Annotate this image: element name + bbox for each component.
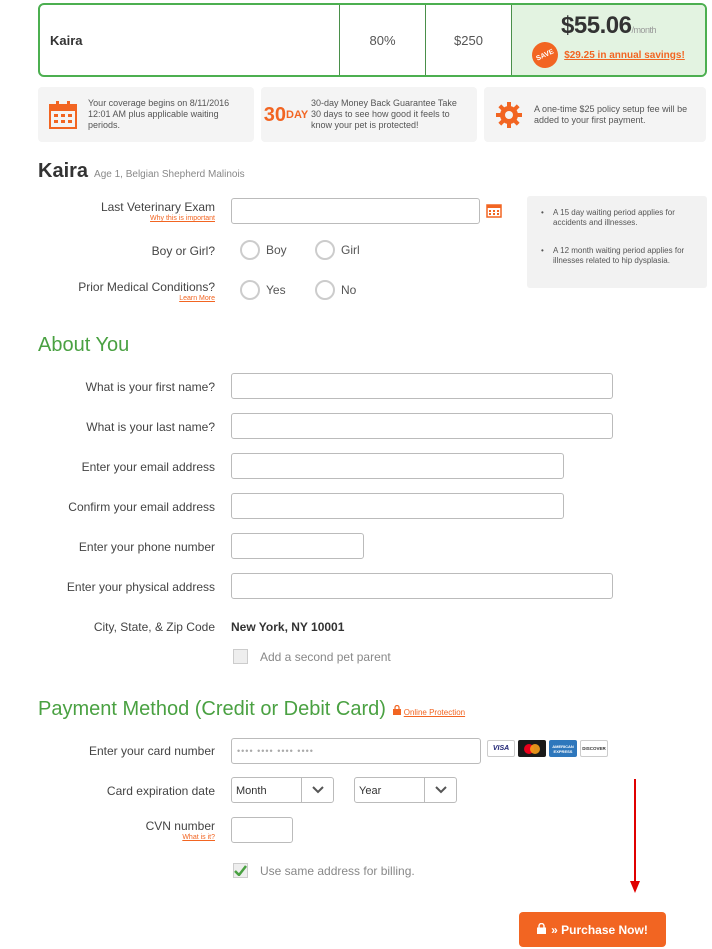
plan-deductible: $250: [426, 5, 512, 75]
expiry-year-select[interactable]: Year: [354, 777, 457, 803]
amex-icon: AMERICAN EXPRESS: [549, 740, 577, 757]
setup-fee-info: A one-time $25 policy setup fee will be …: [484, 87, 706, 142]
note-item: A 15 day waiting period applies for acci…: [541, 208, 697, 228]
cvn-input[interactable]: [231, 817, 293, 843]
phone-input[interactable]: [231, 533, 364, 559]
vet-exam-label: Last Veterinary Exam Why this is importa…: [100, 200, 215, 222]
address-label: Enter your physical address: [66, 580, 215, 594]
coverage-info: Your coverage begins on 8/11/2016 12:01 …: [38, 87, 254, 142]
money-back-text: 30-day Money Back Guarantee Take 30 days…: [311, 98, 457, 130]
gender-girl-radio[interactable]: Girl: [315, 240, 360, 260]
lock-icon: [393, 704, 403, 717]
visa-icon: VISA: [487, 740, 515, 757]
pet-details: Age 1, Belgian Shepherd Malinois: [94, 169, 245, 180]
coverage-text: Your coverage begins on 8/11/2016 12:01 …: [88, 98, 230, 130]
discover-icon: DISCOVER: [580, 740, 608, 757]
first-name-label: What is your first name?: [85, 380, 215, 394]
price-period: /month: [631, 25, 656, 35]
cvn-label: CVN number What is it?: [145, 819, 215, 841]
thirty-day-icon: 30 DAY: [263, 103, 309, 126]
vet-exam-date-input[interactable]: [231, 198, 480, 224]
medical-yes-radio[interactable]: Yes: [240, 280, 286, 300]
city-state-zip-value: New York, NY 10001: [231, 620, 345, 634]
plan-pet-name: Kaira: [40, 5, 340, 75]
card-brands: VISA AMERICAN EXPRESS DISCOVER: [487, 740, 608, 757]
address-input[interactable]: [231, 573, 613, 599]
lock-icon: [537, 922, 547, 937]
email-label: Enter your email address: [81, 460, 215, 474]
plan-price: $55.06/month SAVE $29.25 in annual savin…: [512, 5, 705, 75]
pet-heading: Kaira Age 1, Belgian Shepherd Malinois: [38, 160, 245, 182]
savings-link[interactable]: $29.25 in annual savings!: [564, 50, 685, 61]
setup-fee-text: A one-time $25 policy setup fee will be …: [534, 103, 688, 125]
calendar-picker-icon[interactable]: [486, 203, 502, 223]
gender-label: Boy or Girl?: [151, 244, 215, 258]
about-you-heading: About You: [38, 334, 130, 356]
plan-reimbursement: 80%: [340, 5, 426, 75]
confirm-email-input[interactable]: [231, 493, 564, 519]
purchase-now-button[interactable]: » Purchase Now!: [519, 912, 666, 947]
gender-boy-radio[interactable]: Boy: [240, 240, 287, 260]
last-name-label: What is your last name?: [86, 420, 215, 434]
money-back-info: 30 DAY 30-day Money Back Guarantee Take 3…: [261, 87, 477, 142]
same-address-checkbox[interactable]: Use same address for billing.: [233, 863, 415, 878]
payment-heading: Payment Method (Credit or Debit Card) On…: [38, 698, 466, 720]
chevron-down-icon[interactable]: [301, 778, 333, 802]
note-item: A 12 month waiting period applies for il…: [541, 246, 697, 266]
expiry-label: Card expiration date: [106, 784, 215, 798]
card-number-label: Enter your card number: [88, 744, 215, 758]
mastercard-icon: [518, 740, 546, 757]
city-state-zip-label: City, State, & Zip Code: [93, 620, 215, 634]
plan-summary: Kaira 80% $250 $55.06/month SAVE $29.25 …: [38, 3, 707, 77]
online-protection-link[interactable]: Online Protection: [404, 708, 465, 717]
medical-label: Prior Medical Conditions? Learn More: [78, 280, 215, 302]
cvn-what-is-it-link[interactable]: What is it?: [146, 834, 215, 841]
expiry-month-select[interactable]: Month: [231, 777, 334, 803]
last-name-input[interactable]: [231, 413, 613, 439]
confirm-email-label: Confirm your email address: [68, 500, 215, 514]
gear-icon: [484, 100, 534, 130]
annotation-arrow-icon: [630, 779, 640, 893]
email-input[interactable]: [231, 453, 564, 479]
save-badge-icon: SAVE: [527, 37, 563, 73]
phone-label: Enter your phone number: [78, 540, 215, 554]
price-amount: $55.06/month: [561, 12, 656, 39]
medical-learn-more-link[interactable]: Learn More: [78, 295, 215, 302]
waiting-period-notes: A 15 day waiting period applies for acci…: [527, 196, 707, 288]
checkbox-box[interactable]: [233, 649, 248, 664]
card-number-input[interactable]: •••• •••• •••• ••••: [231, 738, 481, 764]
checkmark-icon[interactable]: [233, 863, 248, 878]
vet-exam-why-link[interactable]: Why this is important: [101, 215, 215, 222]
medical-no-radio[interactable]: No: [315, 280, 356, 300]
savings-row: SAVE $29.25 in annual savings!: [527, 37, 685, 73]
chevron-down-icon[interactable]: [424, 778, 456, 802]
calendar-icon: [38, 100, 88, 130]
second-parent-checkbox[interactable]: Add a second pet parent: [233, 649, 391, 664]
first-name-input[interactable]: [231, 373, 613, 399]
